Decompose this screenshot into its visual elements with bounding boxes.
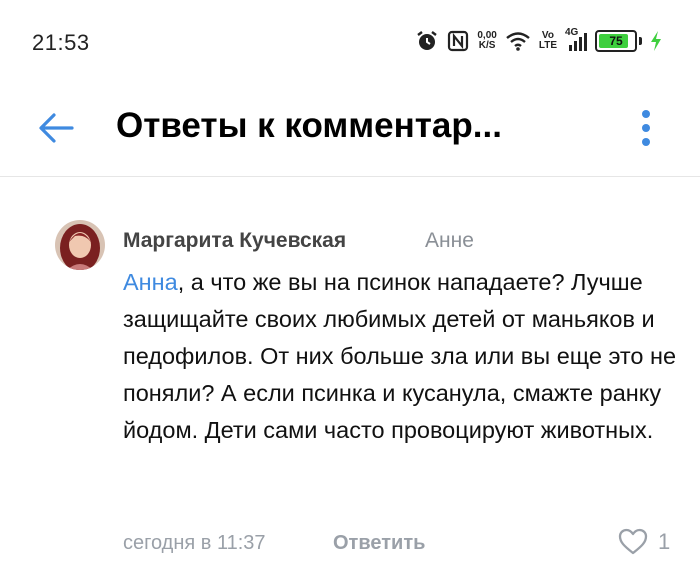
heart-icon bbox=[618, 528, 648, 555]
alarm-icon bbox=[415, 29, 439, 53]
battery-level: 75 bbox=[609, 34, 623, 48]
comment-timestamp: сегодня в 11:37 bbox=[123, 532, 266, 554]
like-count: 1 bbox=[658, 528, 671, 554]
status-bar: 21:53 0,00 K/S Vo LTE 4G 75 bbox=[0, 0, 700, 80]
more-dot-icon bbox=[642, 110, 650, 118]
reply-button[interactable]: Ответить bbox=[333, 532, 425, 555]
nfc-icon bbox=[447, 30, 469, 52]
like-button[interactable]: 1 bbox=[618, 528, 670, 555]
volte-indicator: Vo LTE bbox=[539, 31, 557, 51]
avatar[interactable] bbox=[55, 220, 105, 270]
more-dot-icon bbox=[642, 138, 650, 146]
more-dot-icon bbox=[642, 124, 650, 132]
back-button[interactable] bbox=[30, 102, 82, 154]
net-speed: 0,00 K/S bbox=[477, 31, 496, 51]
wifi-icon bbox=[505, 30, 531, 52]
page-title: Ответы к комментар... bbox=[116, 106, 502, 145]
arrow-left-icon bbox=[39, 113, 74, 143]
charging-icon bbox=[650, 30, 662, 52]
comment-author[interactable]: Маргарита Кучевская bbox=[123, 229, 346, 253]
network-type: 4G bbox=[565, 27, 579, 38]
net-speed-unit: K/S bbox=[478, 40, 496, 51]
volte-bottom: LTE bbox=[538, 40, 557, 51]
reply-to-name[interactable]: Анне bbox=[425, 229, 474, 253]
app-bar: Ответы к комментар... bbox=[0, 80, 700, 177]
more-options-button[interactable] bbox=[624, 102, 668, 154]
comment-text: Анна, а что же вы на псинок нападаете? Л… bbox=[123, 264, 683, 449]
status-time: 21:53 bbox=[32, 30, 90, 55]
comment-body-text: , а что же вы на псинок нападаете? Лучше… bbox=[123, 269, 677, 443]
mention-link[interactable]: Анна bbox=[123, 269, 178, 295]
signal-icon: 4G bbox=[565, 27, 587, 53]
battery-icon: 75 bbox=[595, 30, 637, 52]
battery-cap bbox=[639, 37, 642, 45]
status-icons: 0,00 K/S Vo LTE 4G 75 bbox=[415, 25, 662, 57]
